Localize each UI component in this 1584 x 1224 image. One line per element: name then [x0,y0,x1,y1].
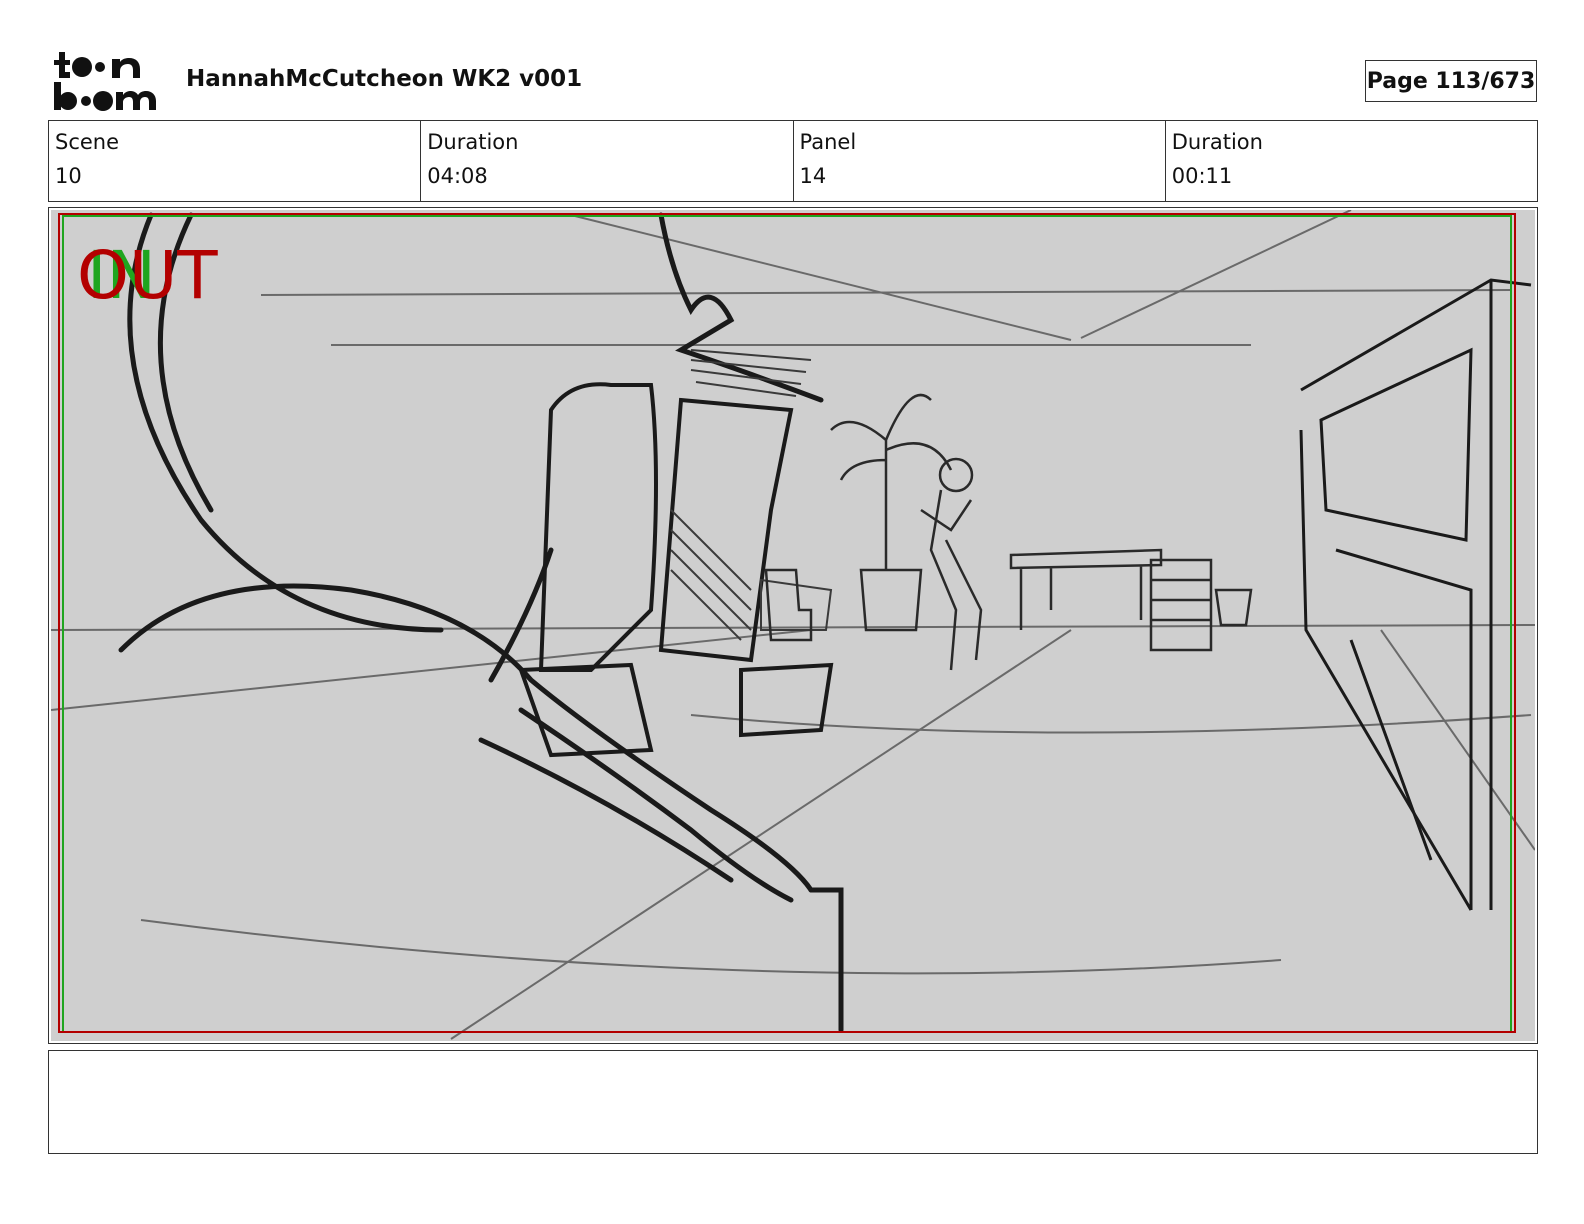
toonboom-logo [54,52,156,111]
panel-caption-box [48,1050,1538,1154]
scene-duration-label: Duration [427,130,519,154]
scene-duration-value: 04:08 [427,164,488,188]
scene-value: 10 [55,164,82,188]
scene-label: Scene [55,130,120,154]
scene-duration-cell: Duration 04:08 [421,121,794,201]
panel-caption-text [49,1051,1537,1067]
page-number: Page 113/673 [1365,60,1537,102]
document-title: HannahMcCutcheon WK2 v001 [186,66,583,92]
panel-duration-cell: Duration 00:11 [1166,121,1537,201]
logo-mark [54,52,156,111]
panel-duration-value: 00:11 [1171,164,1233,188]
scene-cell: Scene 10 [49,121,422,201]
scene-info-table: Scene 10 Duration 04:08 Panel 14 Duratio… [48,120,1538,202]
panel-sketch [51,210,1535,1041]
panel-duration-label: Duration [1171,130,1263,154]
out-marker: OUT [77,237,218,314]
panel-value: 14 [799,164,827,188]
panel-label: Panel [799,130,857,154]
storyboard-panel: IN OUT [48,207,1538,1044]
panel-cell: Panel 14 [794,121,1166,201]
